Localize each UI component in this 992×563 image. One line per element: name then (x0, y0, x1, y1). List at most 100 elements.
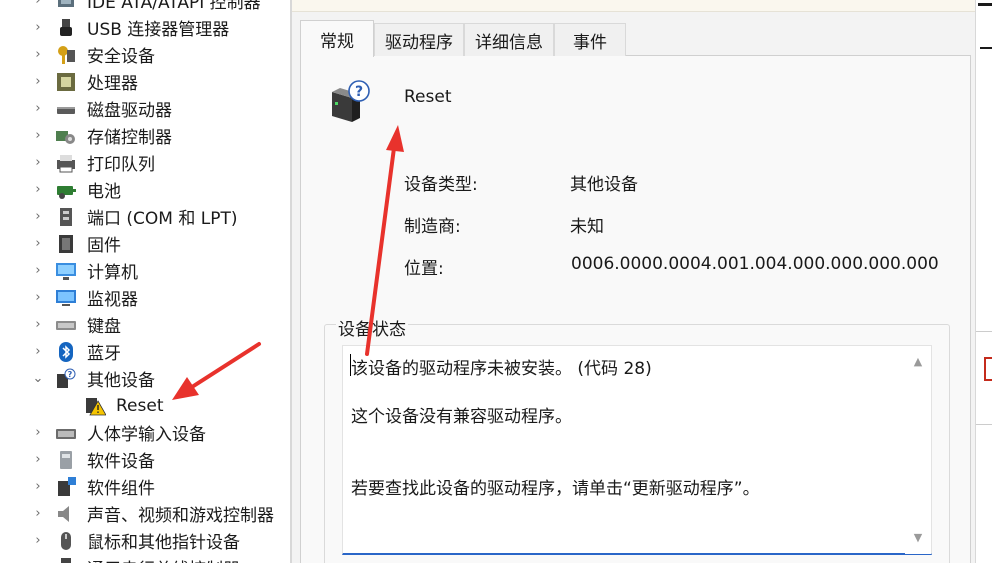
background-window-edge (975, 0, 992, 563)
scroll-up-icon[interactable]: ▲ (905, 352, 931, 372)
tree-item-label: 鼠标和其他指针设备 (87, 533, 240, 553)
chevron-right-icon[interactable]: › (31, 263, 45, 278)
software-device-icon (55, 449, 77, 470)
tab-general[interactable]: 常规 (300, 20, 374, 57)
bluetooth-icon (55, 341, 77, 362)
chevron-right-icon[interactable]: › (31, 452, 45, 467)
tree-item-category[interactable]: ›通用串行总线控制器 (0, 554, 290, 563)
tree-item-category[interactable]: › 处理器 (0, 68, 290, 95)
tab-driver[interactable]: 驱动程序 (374, 23, 464, 56)
tree-item-label: 声音、视频和游戏控制器 (87, 506, 274, 526)
device-status-textbox[interactable]: 该设备的驱动程序未被安装。 (代码 28) 这个设备没有兼容驱动程序。 若要查找… (342, 345, 932, 555)
chevron-right-icon[interactable]: › (31, 20, 45, 35)
storage-controller-icon (55, 125, 77, 146)
status-line: 该设备的驱动程序未被安装。 (代码 28) (351, 359, 652, 379)
printer-icon (55, 152, 77, 173)
tree-item-label: 其他设备 (87, 371, 155, 391)
usb-icon (55, 17, 77, 38)
tree-item-category[interactable]: › 安全设备 (0, 41, 290, 68)
tab-label: 驱动程序 (385, 32, 453, 53)
chevron-right-icon[interactable]: › (31, 533, 45, 548)
chevron-right-icon[interactable]: › (31, 344, 45, 359)
keyboard-icon (55, 314, 77, 335)
chevron-right-icon[interactable]: › (31, 182, 45, 197)
speaker-icon (55, 503, 77, 524)
chevron-right-icon[interactable]: › (31, 47, 45, 62)
tab-events[interactable]: 事件 (554, 23, 626, 56)
chevron-right-icon[interactable]: › (31, 506, 45, 521)
software-component-icon (55, 476, 77, 497)
device-type-label: 设备类型: (404, 175, 478, 195)
tree-item-label: 电池 (87, 182, 121, 202)
tree-item-category[interactable]: › 鼠标和其他指针设备 (0, 527, 290, 554)
usb-controller-icon (55, 557, 77, 563)
tab-label: 详细信息 (475, 32, 543, 53)
tree-item-category[interactable]: › 声音、视频和游戏控制器 (0, 500, 290, 527)
scroll-down-icon[interactable]: ▼ (905, 528, 931, 548)
tree-item-label: 处理器 (87, 74, 138, 94)
minimize-icon[interactable] (978, 3, 992, 6)
tab-label: 事件 (573, 32, 607, 53)
tree-item-label: 安全设备 (87, 47, 155, 67)
tree-item-label: IDE ATA/ATAPI 控制器 (87, 0, 261, 13)
status-line: 若要查找此设备的驱动程序，请单击“更新驱动程序”。 (351, 479, 760, 499)
tree-item-category[interactable]: › 键盘 (0, 311, 290, 338)
tree-item-category[interactable]: › 人体学输入设备 (0, 419, 290, 446)
disk-drive-icon (55, 98, 77, 119)
tree-item-category[interactable]: › 监视器 (0, 284, 290, 311)
svg-text:?: ? (68, 370, 73, 379)
tree-item-category[interactable]: › 计算机 (0, 257, 290, 284)
svg-text:?: ? (355, 84, 363, 100)
tree-item-label: 键盘 (87, 317, 121, 337)
tree-item-category[interactable]: › 软件设备 (0, 446, 290, 473)
chevron-right-icon[interactable]: › (31, 317, 45, 332)
minimize-icon[interactable] (980, 47, 992, 49)
tree-item-category[interactable]: › 电池 (0, 176, 290, 203)
battery-icon (55, 179, 77, 200)
tree-item-label: 磁盘驱动器 (87, 101, 172, 121)
chevron-right-icon[interactable]: › (31, 101, 45, 116)
tree-item-category[interactable]: › 端口 (COM 和 LPT) (0, 203, 290, 230)
tree-item-category[interactable]: › 打印队列 (0, 149, 290, 176)
tree-item-device[interactable]: Reset (0, 392, 290, 419)
tab-details[interactable]: 详细信息 (464, 23, 554, 56)
firmware-icon (55, 233, 77, 254)
tree-item-label: 监视器 (87, 290, 138, 310)
chevron-right-icon[interactable]: › (31, 479, 45, 494)
chevron-down-icon[interactable]: ⌄ (31, 371, 45, 386)
tree-item-category[interactable]: › 软件组件 (0, 473, 290, 500)
tab-label: 常规 (320, 31, 354, 52)
location-label: 位置: (404, 259, 444, 279)
tree-item-category[interactable]: › 存储控制器 (0, 122, 290, 149)
status-scrollbar[interactable]: ▲ ▼ (905, 346, 931, 554)
chevron-right-icon[interactable]: › (31, 209, 45, 224)
chevron-right-icon[interactable]: › (31, 0, 45, 8)
unknown-device-icon: ? (330, 80, 372, 124)
device-name: Reset (404, 87, 452, 107)
port-icon (55, 206, 77, 227)
chevron-right-icon[interactable]: › (31, 290, 45, 305)
chevron-right-icon[interactable]: › (31, 236, 45, 251)
tree-item-category[interactable]: › 蓝牙 (0, 338, 290, 365)
window-fragment (984, 357, 992, 381)
tree-item-label: 存储控制器 (87, 128, 172, 148)
tree-item-label: Reset (116, 395, 164, 416)
location-value: 0006.0000.0004.001.004.000.000.000.000 (571, 254, 939, 274)
chevron-right-icon[interactable]: › (31, 128, 45, 143)
manufacturer-label: 制造商: (404, 217, 461, 237)
tree-item-category[interactable]: › IDE ATA/ATAPI 控制器 (0, 0, 290, 14)
tree-item-label: 软件设备 (87, 452, 155, 472)
computer-icon (55, 260, 77, 281)
tree-item-label: 通用串行总线控制器 (87, 555, 240, 563)
chevron-right-icon[interactable]: › (31, 74, 45, 89)
tree-item-category[interactable]: ⌄? 其他设备 (0, 365, 290, 392)
chevron-right-icon[interactable]: › (31, 155, 45, 170)
tree-item-label: 蓝牙 (87, 344, 121, 364)
tree-item-category[interactable]: › USB 连接器管理器 (0, 14, 290, 41)
warning-device-icon (84, 395, 106, 416)
tree-item-category[interactable]: › 固件 (0, 230, 290, 257)
hid-icon (55, 422, 77, 443)
tree-item-category[interactable]: › 磁盘驱动器 (0, 95, 290, 122)
status-line: 这个设备没有兼容驱动程序。 (351, 407, 572, 427)
chevron-right-icon[interactable]: › (31, 425, 45, 440)
